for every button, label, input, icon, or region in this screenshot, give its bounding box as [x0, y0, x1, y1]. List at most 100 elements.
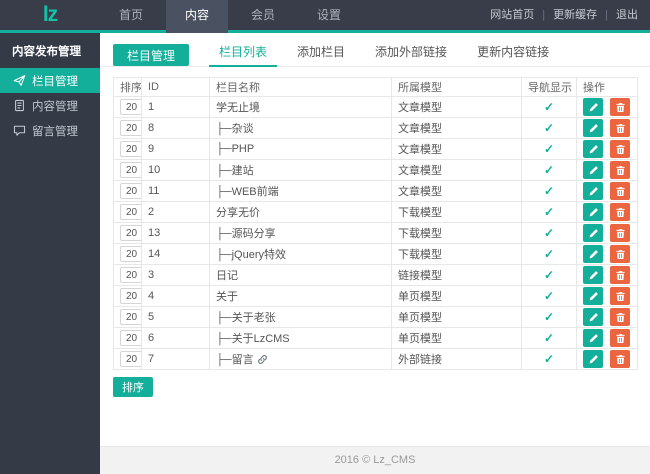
operations-cell [576, 117, 638, 139]
edit-button[interactable] [583, 161, 603, 179]
pencil-icon [589, 102, 598, 111]
name-cell: ├─留言 [209, 348, 392, 370]
edit-button[interactable] [583, 308, 603, 326]
topbar-links: 网站首页 | 更新缓存 | 退出 [490, 0, 638, 30]
panel-title-button[interactable]: 栏目管理 [113, 44, 190, 66]
check-icon: ✓ [543, 121, 555, 135]
sort-input[interactable] [120, 225, 141, 241]
sort-cell [113, 222, 142, 244]
delete-button[interactable] [610, 182, 631, 200]
topbar-link[interactable]: 更新缓存 [553, 9, 597, 21]
operations-cell [576, 180, 638, 202]
id-cell: 6 [141, 327, 210, 349]
delete-button[interactable] [610, 98, 631, 116]
tab[interactable]: 更新内容链接 [467, 40, 559, 66]
delete-button[interactable] [610, 287, 631, 305]
sort-input[interactable] [120, 309, 141, 325]
sort-input[interactable] [120, 183, 141, 199]
delete-button[interactable] [610, 161, 631, 179]
sort-input[interactable] [120, 120, 141, 136]
check-icon: ✓ [543, 100, 555, 114]
edit-button[interactable] [583, 266, 603, 284]
table-row: 9 ├─PHP 文章模型 ✓ [113, 138, 638, 160]
tab[interactable]: 栏目列表 [209, 40, 278, 67]
edit-button[interactable] [583, 119, 603, 137]
table-row: 8 ├─杂谈 文章模型 ✓ [113, 117, 638, 139]
delete-button[interactable] [610, 329, 631, 347]
topbar-link[interactable]: 网站首页 [490, 9, 534, 21]
delete-button[interactable] [610, 245, 631, 263]
tab-bar: 栏目列表 添加栏目 添加外部链接 更新内容链接 [199, 40, 559, 67]
nav-item[interactable]: 设置 [298, 0, 360, 30]
pencil-icon [589, 354, 598, 363]
name-cell: 分享无价 [209, 201, 392, 223]
delete-button[interactable] [610, 119, 631, 137]
edit-button[interactable] [583, 329, 603, 347]
delete-button[interactable] [610, 224, 631, 242]
sort-submit-button[interactable]: 排序 [113, 377, 153, 397]
nav-item[interactable]: 内容 [166, 0, 228, 33]
operations-cell [576, 222, 638, 244]
sidebar-item[interactable]: 内容管理 [0, 93, 100, 118]
name-cell: ├─源码分享 [209, 222, 392, 244]
sort-input[interactable] [120, 267, 141, 283]
topbar: lz 首页 内容 会员 设置 网站首页 | 更新缓存 | 退出 [0, 0, 650, 33]
trash-icon [615, 333, 625, 343]
sort-cell [113, 285, 142, 307]
toolbar: 栏目管理 栏目列表 添加栏目 添加外部链接 更新内容链接 [100, 33, 650, 67]
name-cell: 日记 [209, 264, 392, 286]
footer: 2016 © Lz_CMS [100, 446, 650, 474]
name-cell: ├─WEB前端 [209, 180, 392, 202]
nav-display-cell: ✓ [521, 117, 577, 139]
edit-button[interactable] [583, 140, 603, 158]
nav-item[interactable]: 会员 [232, 0, 294, 30]
sort-input[interactable] [120, 204, 141, 220]
edit-button[interactable] [583, 98, 603, 116]
sidebar-item[interactable]: 留言管理 [0, 118, 100, 143]
table-row: 4 关于 单页模型 ✓ [113, 285, 638, 307]
sort-input[interactable] [120, 288, 141, 304]
delete-button[interactable] [610, 266, 631, 284]
trash-icon [615, 354, 625, 364]
delete-button[interactable] [610, 140, 631, 158]
operations-cell [576, 327, 638, 349]
sidebar-item[interactable]: 栏目管理 [0, 68, 100, 93]
link-separator: | [605, 9, 608, 21]
model-cell: 文章模型 [391, 117, 522, 139]
logo[interactable]: lz [0, 0, 100, 30]
trash-icon [615, 312, 625, 322]
trash-icon [615, 228, 625, 238]
edit-button[interactable] [583, 287, 603, 305]
main-content: 栏目管理 栏目列表 添加栏目 添加外部链接 更新内容链接 排序 ID 栏目名称 所属模型 导航… [100, 33, 650, 474]
edit-button[interactable] [583, 182, 603, 200]
delete-button[interactable] [610, 350, 631, 368]
tab[interactable]: 添加栏目 [287, 40, 355, 66]
edit-button[interactable] [583, 224, 603, 242]
nav-item[interactable]: 首页 [100, 0, 162, 30]
nav-display-cell: ✓ [521, 96, 577, 118]
tab[interactable]: 添加外部链接 [365, 40, 457, 66]
id-cell: 2 [141, 201, 210, 223]
operations-cell [576, 306, 638, 328]
edit-button[interactable] [583, 350, 603, 368]
sort-input[interactable] [120, 99, 141, 115]
pencil-icon [589, 270, 598, 279]
trash-icon [615, 270, 625, 280]
delete-button[interactable] [610, 308, 631, 326]
sort-input[interactable] [120, 246, 141, 262]
sort-input[interactable] [120, 330, 141, 346]
document-icon [15, 99, 24, 112]
trash-icon [615, 144, 625, 154]
sort-input[interactable] [120, 351, 141, 367]
column-header: 栏目名称 [209, 77, 392, 97]
operations-cell [576, 201, 638, 223]
edit-button[interactable] [583, 245, 603, 263]
topbar-link[interactable]: 退出 [616, 9, 638, 21]
edit-button[interactable] [583, 203, 603, 221]
sort-input[interactable] [120, 162, 141, 178]
column-header: 导航显示 [521, 77, 577, 97]
operations-cell [576, 348, 638, 370]
delete-button[interactable] [610, 203, 631, 221]
id-cell: 11 [141, 180, 210, 202]
sort-input[interactable] [120, 141, 141, 157]
